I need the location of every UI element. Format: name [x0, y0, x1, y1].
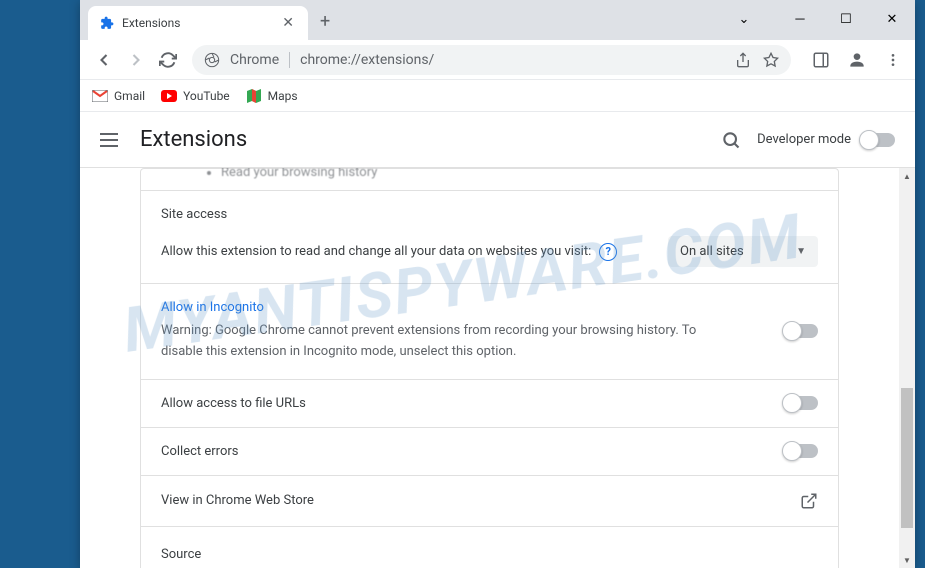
scroll-up-arrow[interactable]: ▲ [899, 168, 915, 184]
incognito-toggle[interactable] [784, 324, 818, 338]
tabs-dropdown-icon[interactable]: ⌄ [721, 12, 767, 27]
share-icon[interactable] [735, 52, 751, 68]
maximize-button[interactable]: ☐ [823, 12, 869, 27]
dropdown-value: On all sites [680, 244, 744, 259]
content-scroll[interactable]: Read your browsing history Site access A… [80, 168, 899, 568]
gmail-icon [92, 88, 108, 104]
incognito-warning: Warning: Google Chrome cannot prevent ex… [161, 321, 784, 363]
collect-errors-label: Collect errors [161, 444, 238, 459]
titlebar: Extensions ✕ + ⌄ ─ ☐ ✕ [80, 0, 915, 40]
scroll-down-arrow[interactable]: ▼ [899, 552, 915, 568]
bookmark-maps[interactable]: Maps [246, 88, 298, 104]
omnibox-actions [735, 52, 779, 68]
open-external-icon [800, 492, 818, 510]
page-title: Extensions [140, 127, 247, 152]
developer-mode-label: Developer mode [757, 132, 851, 147]
chrome-icon [204, 52, 220, 68]
search-button[interactable] [721, 130, 741, 150]
omnibox[interactable]: Chrome chrome://extensions/ [192, 45, 791, 75]
omnibox-prefix: Chrome [230, 52, 290, 68]
scroll-thumb[interactable] [901, 388, 913, 528]
incognito-title: Allow in Incognito [161, 300, 784, 315]
new-tab-button[interactable]: + [320, 11, 330, 32]
menu-dots-icon[interactable] [879, 46, 907, 74]
bookmark-gmail[interactable]: Gmail [92, 88, 145, 104]
extension-detail-card: Read your browsing history Site access A… [140, 168, 839, 568]
close-window-button[interactable]: ✕ [869, 12, 915, 27]
extension-icon [100, 16, 114, 30]
source-label: Source [161, 547, 201, 562]
addressbar-row: Chrome chrome://extensions/ [80, 40, 915, 80]
collect-errors-section: Collect errors [141, 428, 838, 476]
omnibox-url: chrome://extensions/ [300, 52, 735, 68]
bookmarks-bar: Gmail YouTube Maps [80, 80, 915, 112]
collect-errors-toggle[interactable] [784, 444, 818, 458]
bookmark-label: YouTube [183, 89, 230, 103]
developer-mode-toggle[interactable] [861, 133, 895, 147]
bookmark-label: Maps [268, 89, 298, 103]
profile-icon[interactable] [843, 46, 871, 74]
tab-close-button[interactable]: ✕ [280, 13, 296, 33]
tab-title: Extensions [122, 16, 280, 30]
help-icon[interactable]: ? [599, 243, 617, 261]
reload-button[interactable] [152, 44, 184, 76]
extensions-header: Extensions Developer mode [80, 112, 915, 168]
chevron-down-icon: ▼ [796, 246, 806, 257]
file-urls-label: Allow access to file URLs [161, 396, 306, 411]
bookmark-label: Gmail [114, 89, 145, 103]
minimize-button[interactable]: ─ [777, 11, 823, 27]
bookmark-star-icon[interactable] [763, 52, 779, 68]
window-controls: ⌄ ─ ☐ ✕ [721, 4, 915, 34]
permissions-section: Read your browsing history [141, 169, 838, 191]
incognito-section: Allow in Incognito Warning: Google Chrom… [141, 284, 838, 380]
toolbar-right [807, 46, 907, 74]
bookmark-youtube[interactable]: YouTube [161, 88, 230, 104]
side-panel-icon[interactable] [807, 46, 835, 74]
browser-tab[interactable]: Extensions ✕ [88, 6, 308, 40]
file-urls-section: Allow access to file URLs [141, 380, 838, 428]
developer-mode: Developer mode [757, 132, 895, 147]
webstore-section[interactable]: View in Chrome Web Store [141, 476, 838, 527]
maps-icon [246, 88, 262, 104]
site-access-heading: Site access [161, 207, 818, 222]
scrollbar[interactable]: ▲ ▼ [899, 168, 915, 568]
site-access-text: Allow this extension to read and change … [161, 244, 591, 259]
permission-item: Read your browsing history [221, 168, 818, 180]
chrome-window: Extensions ✕ + ⌄ ─ ☐ ✕ Chrome chrome://e… [80, 0, 915, 568]
site-access-section: Site access Allow this extension to read… [141, 191, 838, 284]
source-section: Source [141, 527, 838, 568]
site-access-dropdown[interactable]: On all sites ▼ [668, 236, 818, 267]
content-wrapper: Read your browsing history Site access A… [80, 168, 915, 568]
webstore-label: View in Chrome Web Store [161, 493, 314, 508]
forward-button[interactable] [120, 44, 152, 76]
back-button[interactable] [88, 44, 120, 76]
youtube-icon [161, 88, 177, 104]
hamburger-menu-icon[interactable] [100, 128, 124, 152]
file-urls-toggle[interactable] [784, 396, 818, 410]
